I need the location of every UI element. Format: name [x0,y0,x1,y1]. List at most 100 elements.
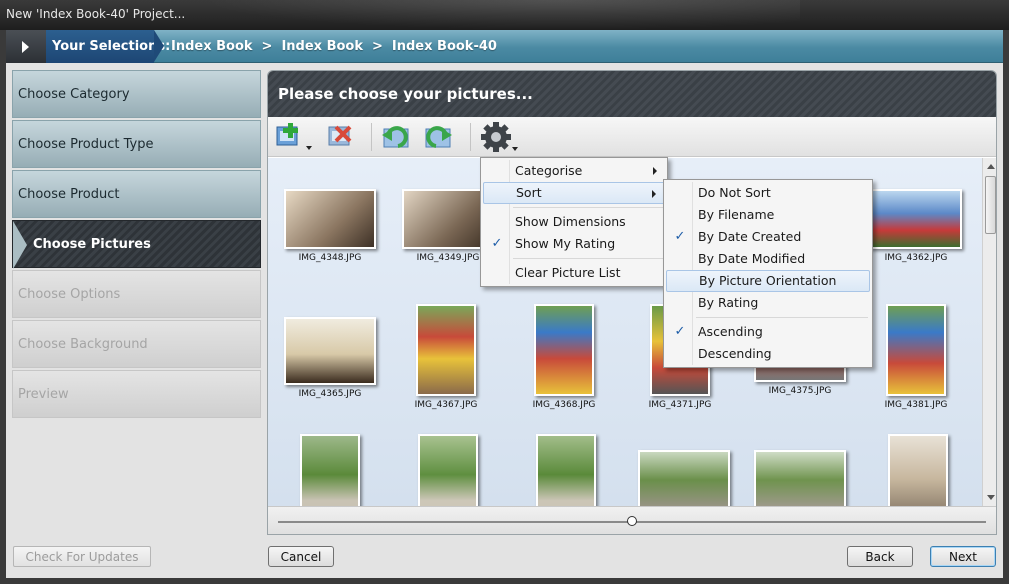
thumbnail-filename: IMG_4367.JPG [414,400,478,410]
next-button[interactable]: Next [930,546,996,567]
gallery-vertical-scrollbar[interactable] [982,158,996,506]
menu-item-show-dimensions[interactable]: Show Dimensions [483,211,665,233]
menu-item-label: Sort [516,185,542,200]
thumbnail-image [416,304,476,396]
settings-button[interactable] [478,121,518,153]
breadcrumb-item[interactable]: Index Book [171,39,253,54]
thumbnail[interactable] [534,434,598,506]
thumbnail-filename: IMG_4362.JPG [884,253,948,263]
nav-step-choose-product-type[interactable]: Choose Product Type [12,120,261,168]
menu-item-sort[interactable]: Sort [483,182,665,204]
check-for-updates-button[interactable]: Check For Updates [13,546,151,567]
panel-header: Please choose your pictures... [268,71,996,117]
pictures-panel: Please choose your pictures... IMG_4348.… [267,70,997,535]
window-client-area: Your Selections: Index Book > Index Book > I… [6,30,1003,578]
thumbnail-image [418,434,478,506]
thumbnail[interactable] [636,450,732,506]
scroll-down-arrow-icon[interactable] [987,495,995,500]
thumbnail-image [754,450,846,506]
thumbnail[interactable]: IMG_4368.JPG [532,304,596,410]
menu-item-label: Do Not Sort [698,185,771,200]
panel-title: Please choose your pictures... [278,85,533,103]
menu-item-label: By Date Created [698,229,802,244]
sort-option-by-rating[interactable]: By Rating [666,292,870,314]
thumbnail-filename: IMG_4348.JPG [298,253,362,263]
breadcrumb-separator: > [372,39,383,54]
nav-step-choose-options: Choose Options [12,270,261,318]
menu-item-label: Clear Picture List [515,265,621,280]
thumbnail-filename: IMG_4375.JPG [768,386,832,396]
zoom-slider-knob[interactable] [627,516,637,526]
nav-step-choose-pictures[interactable]: Choose Pictures [12,220,261,269]
thumbnail-image [284,317,376,385]
menu-item-label: Descending [698,346,772,361]
menu-item-label: Show My Rating [515,236,616,251]
window-title: New 'Index Book-40' Project... [6,7,186,21]
sort-option-do-not-sort[interactable]: Do Not Sort [666,182,870,204]
breadcrumb: Your Selections: Index Book > Index Book > I… [6,30,1003,63]
nav-step-label: Choose Product [18,186,120,202]
breadcrumb-item[interactable]: Index Book [281,39,363,54]
thumbnail-image [870,189,962,249]
menu-item-categorise[interactable]: Categorise [483,160,665,182]
nav-step-label: Preview [18,386,69,402]
titlebar-glow [200,0,800,30]
thumbnail-filename: IMG_4368.JPG [532,400,596,410]
menu-separator [696,317,868,318]
nav-step-choose-background: Choose Background [12,320,261,368]
rotate-left-button[interactable] [378,121,418,153]
submenu-arrow-icon [652,190,656,198]
thumbnail[interactable] [416,434,480,506]
sort-option-descending[interactable]: Descending [666,343,870,365]
thumbnail-image [638,450,730,506]
menu-item-label: By Rating [698,295,759,310]
breadcrumb-label-box: Your Selections: [46,30,170,63]
thumbnail[interactable] [298,434,362,506]
cancel-button[interactable]: Cancel [268,546,334,567]
nav-step-choose-category[interactable]: Choose Category [12,70,261,118]
submenu-arrow-icon [653,167,657,175]
scrollbar-thumb[interactable] [985,176,996,234]
dropdown-caret-icon [306,146,312,150]
remove-pictures-button[interactable] [324,121,364,153]
sort-option-by-date-modified[interactable]: By Date Modified [666,248,870,270]
zoom-slider-bar [268,506,996,534]
breadcrumb-separator: > [261,39,273,54]
thumbnail-image [284,189,376,249]
scroll-up-arrow-icon[interactable] [987,164,995,169]
thumbnail[interactable]: IMG_4362.JPG [868,189,964,263]
menu-item-label: Categorise [515,163,583,178]
nav-step-label: Choose Product Type [18,136,154,152]
thumbnail[interactable]: IMG_4365.JPG [282,317,378,399]
rotate-right-icon [425,126,452,148]
window-frame-bottom [0,578,1009,584]
thumbnail[interactable]: IMG_4348.JPG [282,189,378,263]
sort-option-ascending[interactable]: ✓ Ascending [666,321,870,343]
rotate-left-icon [382,126,409,148]
sort-option-by-filename[interactable]: By Filename [666,204,870,226]
thumbnail-image [534,304,594,396]
add-pictures-button[interactable] [274,121,314,153]
play-arrow-icon [22,41,29,53]
thumbnail[interactable] [752,450,848,506]
sort-option-by-picture-orientation[interactable]: By Picture Orientation [666,270,870,292]
menu-item-clear-picture-list[interactable]: Clear Picture List [483,262,665,284]
nav-step-label: Choose Options [18,286,121,302]
breadcrumb-item[interactable]: Index Book-40 [392,39,497,54]
nav-step-label: Choose Pictures [33,236,151,252]
thumbnail[interactable]: IMG_4381.JPG [884,304,948,410]
menu-item-show-my-rating[interactable]: ✓ Show My Rating [483,233,665,255]
thumbnail[interactable]: IMG_4367.JPG [414,304,478,410]
thumbnail-image [888,434,948,506]
sort-option-by-date-created[interactable]: ✓ By Date Created [666,226,870,248]
menu-item-label: By Picture Orientation [699,273,837,288]
settings-context-menu: Categorise Sort Show Dimensions ✓ Show M… [480,157,668,287]
menu-item-label: By Filename [698,207,775,222]
thumbnail[interactable] [886,434,950,506]
breadcrumb-toggle-button[interactable] [6,30,46,63]
back-button[interactable]: Back [847,546,913,567]
window-titlebar[interactable]: New 'Index Book-40' Project... [0,0,1009,30]
nav-step-choose-product[interactable]: Choose Product [12,170,261,218]
rotate-right-button[interactable] [420,121,460,153]
thumbnail-filename: IMG_4381.JPG [884,400,948,410]
